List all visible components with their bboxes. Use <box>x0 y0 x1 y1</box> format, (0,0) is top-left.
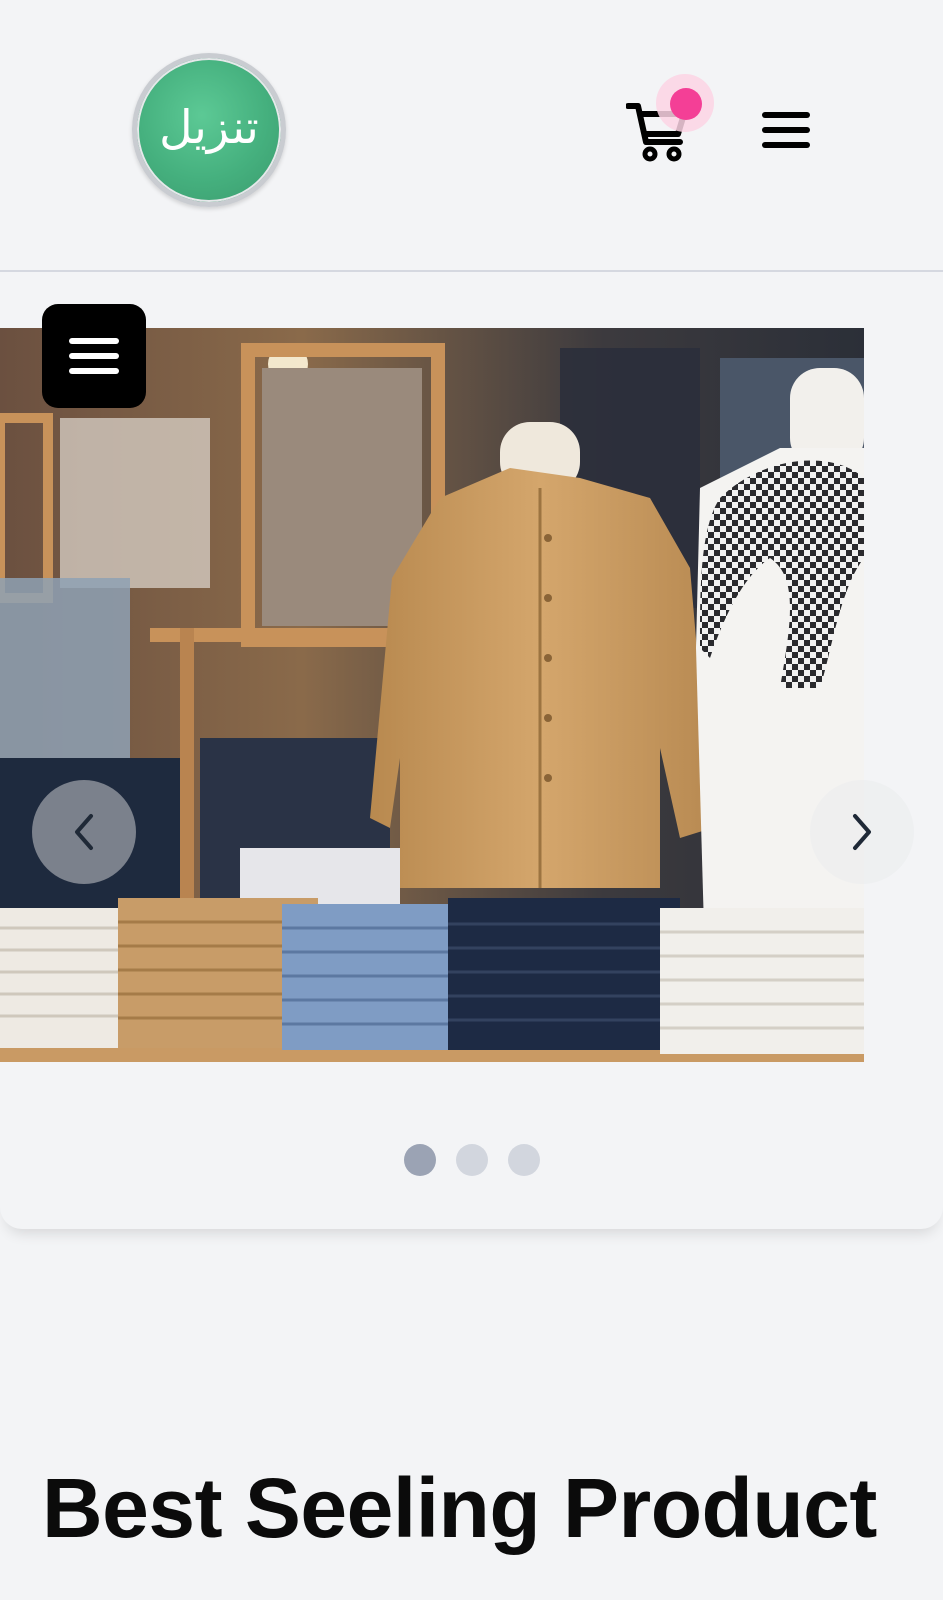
carousel-next-button[interactable] <box>810 780 914 884</box>
chevron-right-icon <box>853 814 871 850</box>
hamburger-menu-icon <box>69 338 119 374</box>
site-header: تنزيل <box>0 0 943 272</box>
brand-logo[interactable]: تنزيل <box>132 53 286 207</box>
carousel-dot-2[interactable] <box>455 1144 488 1176</box>
cart-badge <box>670 88 702 120</box>
chevron-left-icon <box>75 814 93 850</box>
side-menu-button[interactable] <box>42 304 146 408</box>
hamburger-menu-icon <box>762 112 810 148</box>
logo-text: تنزيل <box>159 100 259 154</box>
clothing-store-photo <box>0 328 864 1062</box>
carousel-indicators <box>0 1144 943 1176</box>
carousel-prev-button[interactable] <box>32 780 136 884</box>
carousel-dot-3[interactable] <box>507 1144 540 1176</box>
carousel-dot-1[interactable] <box>403 1144 436 1176</box>
main-menu-button[interactable] <box>760 108 812 152</box>
section-title: Best Seeling Product <box>42 1461 877 1555</box>
carousel-slide-image <box>0 328 864 1062</box>
